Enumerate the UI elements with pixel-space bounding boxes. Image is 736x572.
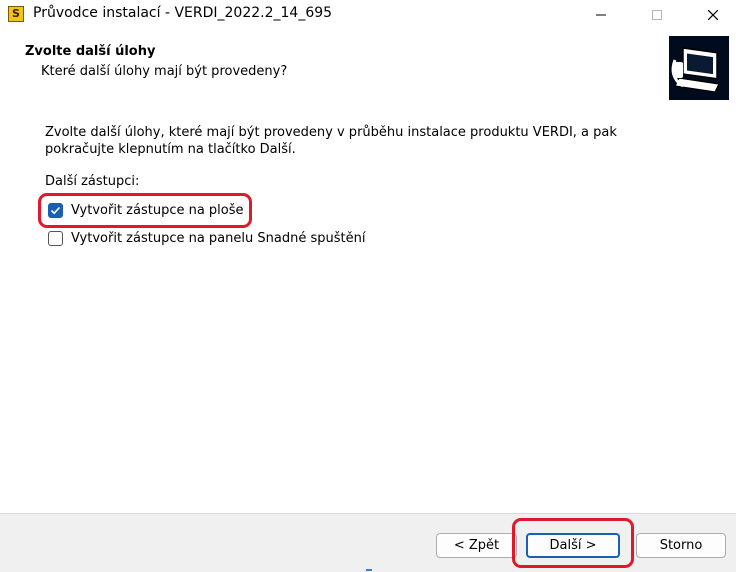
quicklaunch-shortcut-label[interactable]: Vytvořit zástupce na panelu Snadné spušt… — [71, 231, 365, 246]
page-heading: Zvolte další úlohy — [25, 44, 156, 59]
minimize-button[interactable] — [578, 0, 624, 30]
instructions-text: Zvolte další úlohy, které mají být prove… — [45, 125, 617, 157]
computer-setup-icon — [669, 36, 729, 100]
shortcuts-group-label: Další zástupci: — [45, 174, 140, 189]
app-icon: S — [8, 6, 24, 22]
maximize-icon — [652, 10, 662, 20]
cancel-button[interactable]: Storno — [636, 533, 726, 558]
maximize-button[interactable] — [634, 0, 680, 30]
highlight-annotation-next — [512, 518, 634, 568]
minimize-icon — [596, 14, 606, 16]
window-title: Průvodce instalací - VERDI_2022.2_14_695 — [33, 5, 333, 21]
page-subheading: Které další úlohy mají být provedeny? — [41, 64, 288, 79]
close-icon — [708, 10, 718, 20]
highlight-annotation-option — [38, 193, 252, 228]
title-bar[interactable]: S Průvodce instalací - VERDI_2022.2_14_6… — [0, 0, 736, 30]
quicklaunch-shortcut-checkbox[interactable] — [48, 230, 63, 246]
close-button[interactable] — [690, 0, 736, 30]
wizard-content — [0, 110, 736, 513]
back-button[interactable]: < Zpět — [436, 533, 517, 558]
option-quicklaunch-shortcut[interactable]: Vytvořit zástupce na panelu Snadné spušt… — [48, 228, 365, 248]
